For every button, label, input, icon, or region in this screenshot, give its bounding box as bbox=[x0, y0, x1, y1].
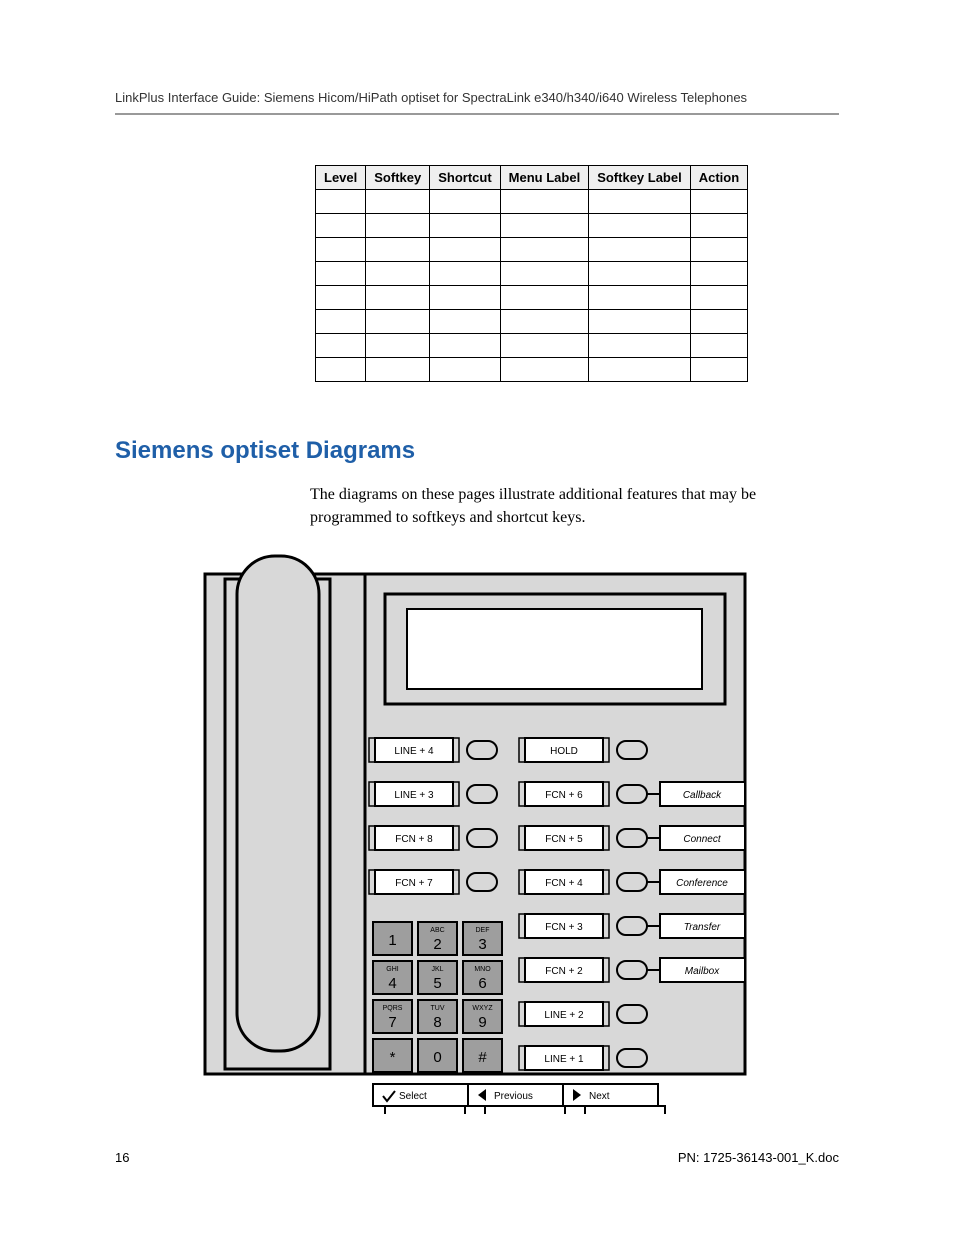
fcn-key-button[interactable] bbox=[617, 741, 647, 759]
line-key-button[interactable] bbox=[467, 785, 497, 803]
table-row bbox=[316, 190, 748, 214]
fcn-key-text: LINE + 1 bbox=[544, 1054, 584, 1065]
page-number: 16 bbox=[115, 1150, 129, 1165]
fcn-key-button[interactable] bbox=[617, 917, 647, 935]
dialpad-number: 5 bbox=[433, 975, 441, 992]
table-header: Softkey bbox=[366, 166, 430, 190]
fcn-key-button[interactable] bbox=[617, 961, 647, 979]
table-header: Softkey Label bbox=[589, 166, 691, 190]
dialpad-letters: MNO bbox=[474, 966, 491, 973]
dialpad-letters: JKL bbox=[431, 966, 443, 973]
dialpad-number: 4 bbox=[388, 975, 396, 992]
fcn-key-text: HOLD bbox=[550, 746, 578, 757]
line-key-button[interactable] bbox=[467, 741, 497, 759]
fcn-key-button[interactable] bbox=[617, 1005, 647, 1023]
fcn-key-text: FCN + 2 bbox=[545, 966, 583, 977]
feature-label-text: Conference bbox=[676, 878, 728, 889]
feature-label-text: Callback bbox=[683, 790, 722, 801]
line-key-text: LINE + 4 bbox=[394, 746, 434, 757]
table-row bbox=[316, 310, 748, 334]
fcn-key-text: FCN + 6 bbox=[545, 790, 583, 801]
fcn-key-text: FCN + 4 bbox=[545, 878, 583, 889]
fcn-key-button[interactable] bbox=[617, 1049, 647, 1067]
line-key-text: FCN + 8 bbox=[395, 834, 433, 845]
bottom-fcn-text: FCN + * bbox=[507, 1113, 543, 1114]
dialpad-number: 6 bbox=[478, 975, 486, 992]
dialpad-number: 8 bbox=[433, 1014, 441, 1031]
table-row bbox=[316, 214, 748, 238]
dialpad-number: 9 bbox=[478, 1014, 486, 1031]
nav-label: Next bbox=[589, 1091, 610, 1102]
dialpad-number: 7 bbox=[388, 1014, 396, 1031]
table-header: Menu Label bbox=[500, 166, 589, 190]
line-key-button[interactable] bbox=[467, 873, 497, 891]
table-row bbox=[316, 286, 748, 310]
dialpad-letters: WXYZ bbox=[472, 1005, 493, 1012]
table-row bbox=[316, 238, 748, 262]
fcn-key-text: FCN + 5 bbox=[545, 834, 583, 845]
feature-label-text: Connect bbox=[683, 834, 721, 845]
line-key-text: LINE + 3 bbox=[394, 790, 434, 801]
part-number: PN: 1725-36143-001_K.doc bbox=[678, 1150, 839, 1165]
dialpad-letters: ABC bbox=[430, 927, 444, 934]
line-key-button[interactable] bbox=[467, 829, 497, 847]
dialpad-number: 1 bbox=[388, 932, 396, 949]
bottom-fcn-text: FCN + 0 bbox=[406, 1113, 444, 1114]
dialpad-number: * bbox=[390, 1049, 396, 1066]
dialpad-letters: DEF bbox=[476, 927, 490, 934]
fcn-key-button[interactable] bbox=[617, 873, 647, 891]
nav-label: Select bbox=[399, 1091, 427, 1102]
dialpad-number: 0 bbox=[433, 1049, 441, 1066]
phone-diagram: LINE + 4 LINE + 3 FCN + 8 FCN + 7 HOLD FCN + … bbox=[195, 554, 839, 1119]
feature-label-text: Mailbox bbox=[685, 966, 720, 977]
feature-label-text: Transfer bbox=[684, 922, 721, 933]
dialpad-number: # bbox=[478, 1049, 487, 1066]
table-row bbox=[316, 358, 748, 382]
section-heading: Siemens optiset Diagrams bbox=[115, 437, 839, 465]
table-header: Action bbox=[690, 166, 747, 190]
softkey-table: LevelSoftkeyShortcutMenu LabelSoftkey La… bbox=[315, 165, 839, 382]
nav-label: Previous bbox=[494, 1091, 533, 1102]
table-header: Level bbox=[316, 166, 366, 190]
dialpad-number: 2 bbox=[433, 936, 441, 953]
dialpad-letters: TUV bbox=[431, 1005, 445, 1012]
table-row bbox=[316, 334, 748, 358]
dialpad-letters: GHI bbox=[386, 966, 399, 973]
line-key-text: FCN + 7 bbox=[395, 878, 433, 889]
intro-paragraph: The diagrams on these pages illustrate a… bbox=[310, 483, 839, 529]
table-header: Shortcut bbox=[430, 166, 500, 190]
bottom-fcn-text: FCN + # bbox=[606, 1113, 644, 1114]
dialpad-letters: PQRS bbox=[383, 1005, 403, 1012]
table-row bbox=[316, 262, 748, 286]
fcn-key-text: LINE + 2 bbox=[544, 1010, 584, 1021]
fcn-key-button[interactable] bbox=[617, 829, 647, 847]
document-header: LinkPlus Interface Guide: Siemens Hicom/… bbox=[115, 90, 839, 115]
fcn-key-button[interactable] bbox=[617, 785, 647, 803]
fcn-key-text: FCN + 3 bbox=[545, 922, 583, 933]
dialpad-number: 3 bbox=[478, 936, 486, 953]
